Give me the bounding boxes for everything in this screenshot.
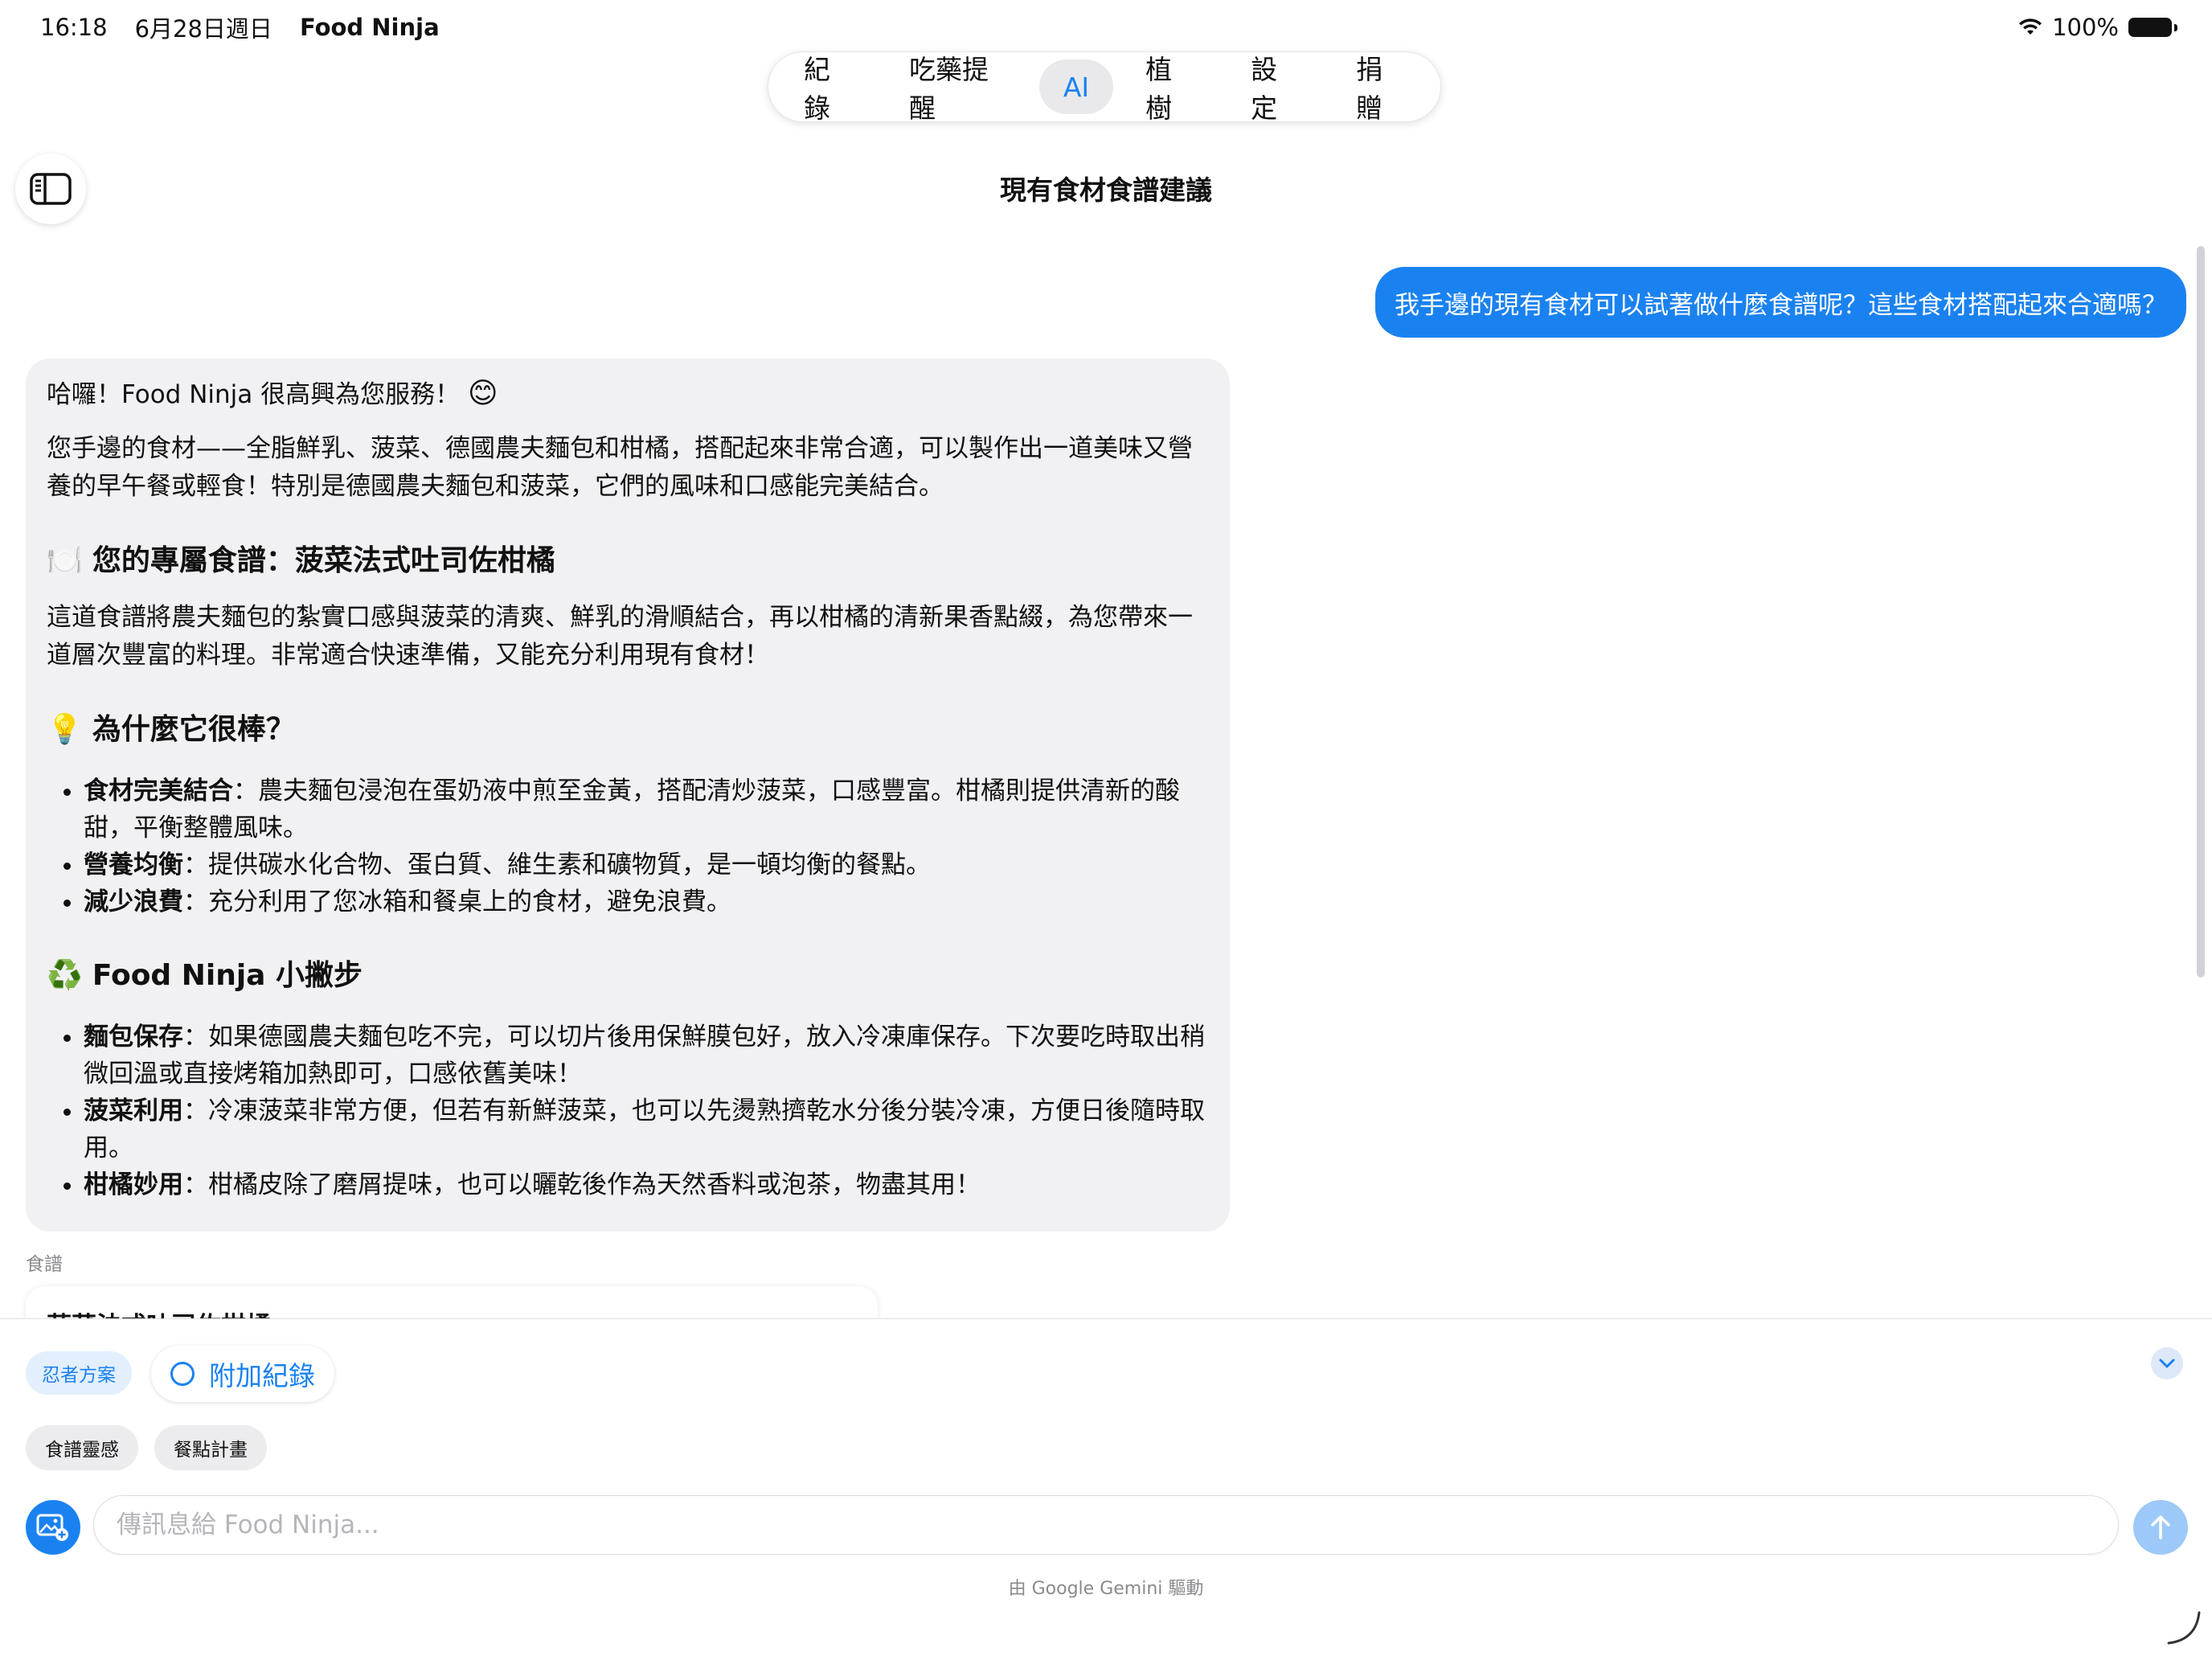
add-photo-button[interactable] [26,1500,80,1555]
send-button[interactable] [2133,1500,2188,1555]
add-photo-icon [36,1514,68,1541]
tab-settings[interactable]: 設定 [1227,54,1324,124]
status-indicators: 100% [2018,11,2177,43]
tab-medication-reminder[interactable]: 吃藥提醒 [885,54,1031,124]
wifi-icon [2019,18,2042,35]
status-date: 6月28日週日 [134,15,272,43]
status-bar: 16:18 6月28日週日 Food Ninja [40,11,440,43]
list-item: 柑橘妙用：柑橘皮除了磨屑提味，也可以曬乾後作為天然香料或泡茶，物盡其用！ [84,1166,1209,1203]
list-item: 麵包保存：如果德國農夫麵包吃不完，可以切片後用保鮮膜包好，放入冷凍庫保存。下次要… [84,1019,1209,1092]
scroll-down-button[interactable] [2151,1347,2183,1379]
recycle-icon: ♻️ [47,959,83,992]
recipe-section-label: 食譜 [26,1254,63,1275]
list-item: 營養均衡：提供碳水化合物、蛋白質、維生素和礦物質，是一頓均衡的餐點。 [84,846,1209,883]
page-title: 現有食材食譜建議 [1000,174,1212,206]
message-input[interactable] [93,1495,2119,1555]
arrow-up-icon [2151,1515,2170,1539]
powered-by-label: 由 Google Gemini 驅動 [1008,1579,1204,1599]
user-message-bubble: 我手邊的現有食材可以試著做什麼食譜呢？這些食材搭配起來合適嗎？ [1375,267,2186,338]
attach-record-label: 附加紀錄 [209,1360,315,1392]
list-item: 減少浪費：充分利用了您冰箱和餐桌上的食材，避免浪費。 [84,883,1209,920]
recipe-inspiration-chip[interactable]: 食譜靈感 [26,1425,138,1470]
plate-icon: 🍽️ [47,544,83,577]
status-app-name: Food Ninja [299,14,440,41]
chevron-down-icon [2159,1359,2175,1368]
tab-donate[interactable]: 捐贈 [1332,54,1429,124]
why-heading: 💡 為什麼它很棒？ [47,710,1209,750]
tab-plant-trees[interactable]: 植樹 [1121,54,1219,124]
battery-percent: 100% [2052,14,2119,41]
tips-list: 麵包保存：如果德國農夫麵包吃不完，可以切片後用保鮮膜包好，放入冷凍庫保存。下次要… [47,1019,1209,1203]
ninja-plan-chip[interactable]: 忍者方案 [26,1351,132,1395]
why-list: 食材完美結合：農夫麵包浸泡在蛋奶液中煎至金黃，搭配清炒菠菜，口感豐富。柑橘則提供… [47,773,1209,920]
list-item: 菠菜利用：冷凍菠菜非常方便，但若有新鮮菠菜，也可以先燙熟擠乾水分後分裝冷凍，方便… [84,1092,1209,1166]
top-tab-bar: 紀錄 吃藥提醒 AI 植樹 設定 捐贈 [768,51,1441,124]
recipe-heading: 🍽️ 您的專屬食譜：菠菜法式吐司佐柑橘 [47,541,1209,581]
battery-icon [2128,18,2177,37]
assistant-message-bubble: 哈囉！Food Ninja 很高興為您服務！ 😊 您手邊的食材——全脂鮮乳、菠菜… [26,359,1230,1232]
recipe-description: 這道食譜將農夫麵包的紮實口感與菠菜的清爽、鮮乳的滑順結合，再以柑橘的清新果香點綴… [47,603,1193,670]
ai-greeting: 哈囉！Food Ninja 很高興為您服務！ 😊 [47,377,498,410]
list-item: 食材完美結合：農夫麵包浸泡在蛋奶液中煎至金黃，搭配清炒菠菜，口感豐富。柑橘則提供… [84,773,1209,846]
scrollbar[interactable] [2197,246,2205,978]
resize-handle-icon[interactable] [2165,1609,2202,1646]
lightbulb-icon: 💡 [47,713,83,746]
attach-record-toggle[interactable]: 附加紀錄 [151,1346,334,1402]
meal-plan-chip[interactable]: 餐點計畫 [154,1425,267,1470]
tab-records[interactable]: 紀錄 [780,54,877,124]
ai-intro: 您手邊的食材——全脂鮮乳、菠菜、德國農夫麵包和柑橘，搭配起來非常合適，可以製作出… [47,434,1193,501]
status-time: 16:18 [40,14,108,41]
tips-heading: ♻️ Food Ninja 小撇步 [47,956,1209,996]
radio-circle-icon [170,1362,195,1386]
smile-emoji-icon: 😊 [467,377,498,410]
user-message-text: 我手邊的現有食材可以試著做什麼食譜呢？這些食材搭配起來合適嗎？ [1395,290,2167,320]
tab-ai[interactable]: AI [1038,59,1114,114]
